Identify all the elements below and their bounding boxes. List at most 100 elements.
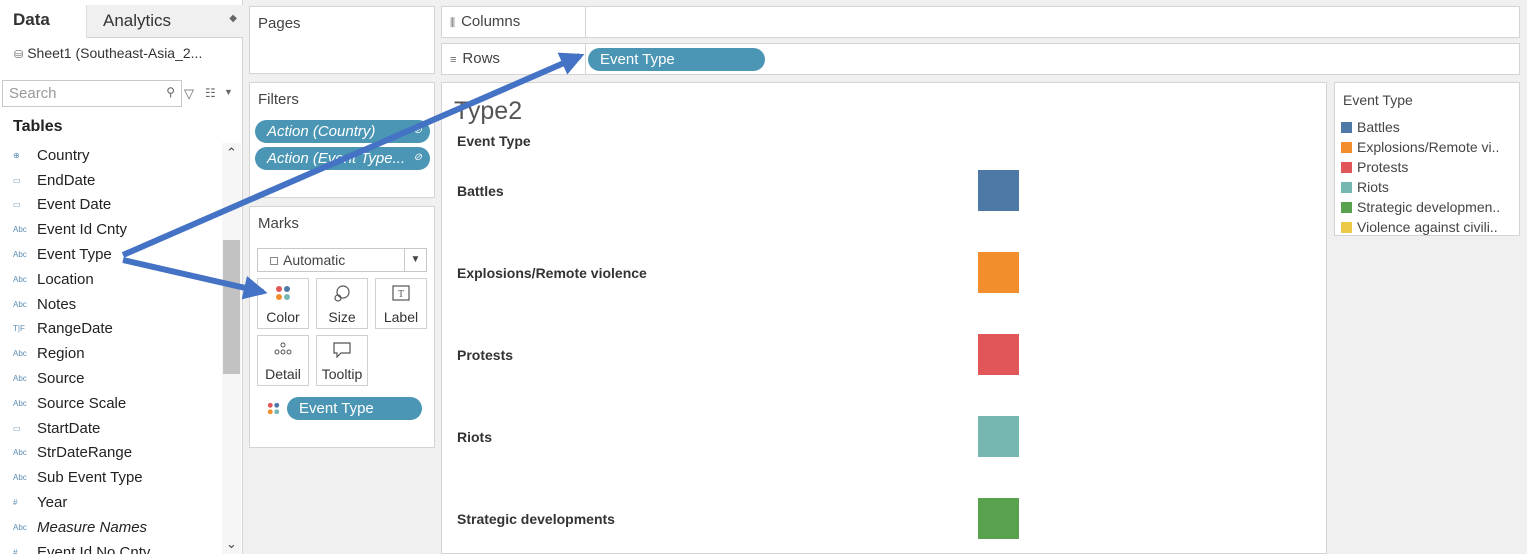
field-item[interactable]: Abc Source	[0, 366, 222, 391]
field-item[interactable]: Abc Sub Event Type	[0, 465, 222, 490]
color-legend[interactable]: Event Type Battles Explosions/Remote vi..…	[1334, 82, 1520, 236]
columns-shelf-label: ⫼ Columns	[442, 7, 586, 37]
pane-tabs: Data Analytics ◆	[0, 0, 243, 38]
field-item[interactable]: Abc Source Scale	[0, 391, 222, 416]
field-label: Source Scale	[37, 394, 127, 412]
field-item[interactable]: # Event Id No Cnty	[0, 540, 222, 554]
detail-label: Detail	[265, 366, 301, 382]
marks-card: Marks Automatic ▼ Color Size T Label Det…	[249, 206, 435, 448]
field-label: Event Id No Cnty	[37, 543, 151, 554]
field-item[interactable]: Abc Event Id Cnty	[0, 217, 222, 242]
scroll-down-icon[interactable]: ⌄	[226, 536, 237, 552]
legend-item[interactable]: Riots	[1341, 177, 1517, 197]
field-item[interactable]: Abc Region	[0, 341, 222, 366]
field-label: Notes	[37, 295, 77, 313]
rows-shelf[interactable]: ≡ Rows Event Type	[441, 43, 1520, 75]
legend-item[interactable]: Battles	[1341, 117, 1517, 137]
data-source[interactable]: ⛁ Sheet1 (Southeast-Asia_2...	[14, 45, 202, 61]
color-button[interactable]: Color	[257, 278, 309, 329]
field-item[interactable]: ▭ EndDate	[0, 168, 222, 193]
filter-pill-label: Action (Country)	[267, 123, 376, 140]
legend-item[interactable]: Strategic developmen..	[1341, 197, 1517, 217]
filter-pill-country[interactable]: Action (Country) ⊘	[255, 120, 430, 143]
field-item[interactable]: ⊕ Country	[0, 143, 222, 168]
number-type-icon: #	[13, 547, 18, 554]
field-item[interactable]: # Year	[0, 490, 222, 515]
legend-label: Protests	[1357, 159, 1409, 175]
legend-item[interactable]: Violence against civili..	[1341, 217, 1517, 237]
tooltip-label: Tooltip	[321, 366, 363, 382]
legend-panel: Event Type Battles Explosions/Remote vi..…	[1334, 82, 1520, 554]
columns-shelf[interactable]: ⫼ Columns	[441, 6, 1520, 38]
legend-swatch	[1341, 181, 1352, 193]
tab-data[interactable]: Data	[0, 0, 86, 38]
legend-item[interactable]: Explosions/Remote vi..	[1341, 137, 1517, 157]
string-type-icon: Abc	[13, 274, 27, 284]
rows-pill-event-type[interactable]: Event Type	[588, 48, 765, 71]
color-mark[interactable]	[978, 334, 1019, 375]
row-header[interactable]: Strategic developments	[457, 511, 615, 527]
field-list-scrollbar[interactable]: ⌃ ⌄	[222, 143, 241, 554]
color-mark[interactable]	[978, 170, 1019, 211]
field-item[interactable]: Abc StrDateRange	[0, 441, 222, 466]
chevron-down-icon[interactable]: ▼	[224, 87, 233, 97]
field-item[interactable]: Abc Event Type	[0, 242, 222, 267]
string-type-icon: Abc	[13, 448, 27, 458]
search-placeholder: Search	[9, 85, 57, 102]
worksheet-view: Type2 Event Type Battles Explosions/Remot…	[441, 82, 1327, 554]
size-button[interactable]: Size	[316, 278, 368, 329]
tables-heading: Tables	[13, 118, 63, 135]
field-label: RangeDate	[37, 320, 113, 338]
tab-menu-icon[interactable]: ◆	[229, 13, 237, 24]
field-item[interactable]: ▭ Event Date	[0, 193, 222, 218]
rows-pill-label: Event Type	[600, 51, 675, 68]
mark-type-select[interactable]: Automatic ▼	[257, 248, 427, 272]
tab-analytics[interactable]: Analytics ◆	[86, 5, 243, 38]
string-type-icon: Abc	[13, 299, 27, 309]
string-type-icon: Abc	[13, 398, 27, 408]
scrollbar-thumb[interactable]	[223, 240, 240, 374]
row-header[interactable]: Battles	[457, 183, 504, 199]
view-options-icon[interactable]: ☷	[205, 86, 216, 100]
field-item[interactable]: ▭ StartDate	[0, 416, 222, 441]
text-icon: T	[376, 279, 426, 303]
legend-label: Violence against civili..	[1357, 219, 1498, 235]
legend-item[interactable]: Protests	[1341, 157, 1517, 177]
color-mark[interactable]	[978, 416, 1019, 457]
search-input[interactable]: Search ⚲	[2, 80, 182, 107]
row-header[interactable]: Protests	[457, 347, 513, 363]
scroll-up-icon[interactable]: ⌃	[226, 145, 237, 161]
color-pill-event-type[interactable]: Event Type	[287, 397, 422, 420]
tooltip-icon	[317, 336, 367, 360]
filters-shelf[interactable]: Filters Action (Country) ⊘ Action (Event…	[249, 82, 435, 198]
color-mark[interactable]	[978, 252, 1019, 293]
label-button[interactable]: T Label	[375, 278, 427, 329]
filters-title: Filters	[258, 91, 299, 108]
chevron-down-icon[interactable]: ▼	[404, 249, 426, 271]
tooltip-button[interactable]: Tooltip	[316, 335, 368, 386]
legend-swatch	[1341, 121, 1352, 133]
pages-shelf[interactable]: Pages	[249, 6, 435, 74]
row-header[interactable]: Explosions/Remote violence	[457, 265, 647, 281]
filter-icon[interactable]: ▽	[184, 86, 194, 102]
row-header[interactable]: Riots	[457, 429, 492, 445]
search-row: Search ⚲ ▽ ☷ ▼	[0, 80, 243, 108]
field-item[interactable]: T|F RangeDate	[0, 317, 222, 342]
size-icon	[317, 279, 367, 303]
worksheet-title: Type2	[454, 97, 523, 125]
filter-pill-event-type[interactable]: Action (Event Type... ⊘	[255, 147, 430, 170]
legend-label: Battles	[1357, 119, 1400, 135]
field-item[interactable]: Abc Location	[0, 267, 222, 292]
filter-pill-label: Action (Event Type...	[267, 150, 406, 167]
string-type-icon: Abc	[13, 225, 27, 235]
legend-title: Event Type	[1343, 92, 1413, 108]
field-label: Event Id Cnty	[37, 221, 128, 239]
detail-button[interactable]: Detail	[257, 335, 309, 386]
color-mark[interactable]	[978, 498, 1019, 539]
field-item[interactable]: Abc Notes	[0, 292, 222, 317]
color-label: Color	[266, 309, 300, 325]
columns-icon: ⫼	[450, 17, 456, 29]
data-source-icon: ⛁	[14, 49, 24, 61]
legend-swatch	[1341, 201, 1352, 213]
field-item[interactable]: Abc Measure Names	[0, 515, 222, 540]
